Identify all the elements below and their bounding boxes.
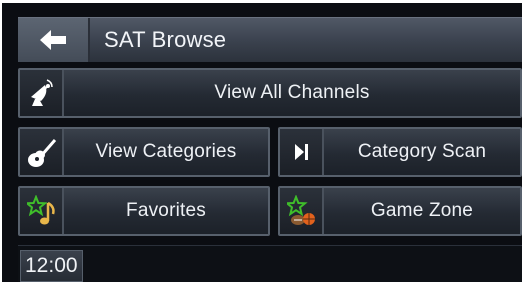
category-scan-label: Category Scan bbox=[357, 141, 487, 162]
satellite-dish-icon bbox=[20, 70, 64, 116]
view-all-channels-button[interactable]: View All Channels bbox=[18, 68, 522, 118]
back-arrow-icon bbox=[40, 30, 66, 50]
radio-screen: SAT Browse View All Channels View Catego… bbox=[2, 3, 522, 282]
game-zone-button[interactable]: Game Zone bbox=[278, 186, 522, 236]
header-bar: SAT Browse bbox=[18, 17, 522, 62]
view-categories-button[interactable]: View Categories bbox=[18, 127, 270, 177]
game-zone-label: Game Zone bbox=[370, 200, 474, 221]
star-note-icon bbox=[20, 188, 64, 234]
clock-display[interactable]: 12:00 bbox=[20, 250, 83, 282]
skip-next-icon bbox=[280, 129, 324, 175]
category-scan-button[interactable]: Category Scan bbox=[278, 127, 522, 177]
status-bar: 12:00 bbox=[18, 245, 522, 282]
page-title: SAT Browse bbox=[104, 27, 227, 52]
back-button[interactable] bbox=[18, 18, 90, 62]
favorites-button[interactable]: Favorites bbox=[18, 186, 270, 236]
view-all-channels-label: View All Channels bbox=[214, 82, 370, 103]
favorites-label: Favorites bbox=[126, 200, 206, 221]
view-categories-label: View Categories bbox=[95, 141, 237, 162]
guitar-icon bbox=[20, 129, 64, 175]
sports-balls-icon bbox=[280, 188, 324, 234]
